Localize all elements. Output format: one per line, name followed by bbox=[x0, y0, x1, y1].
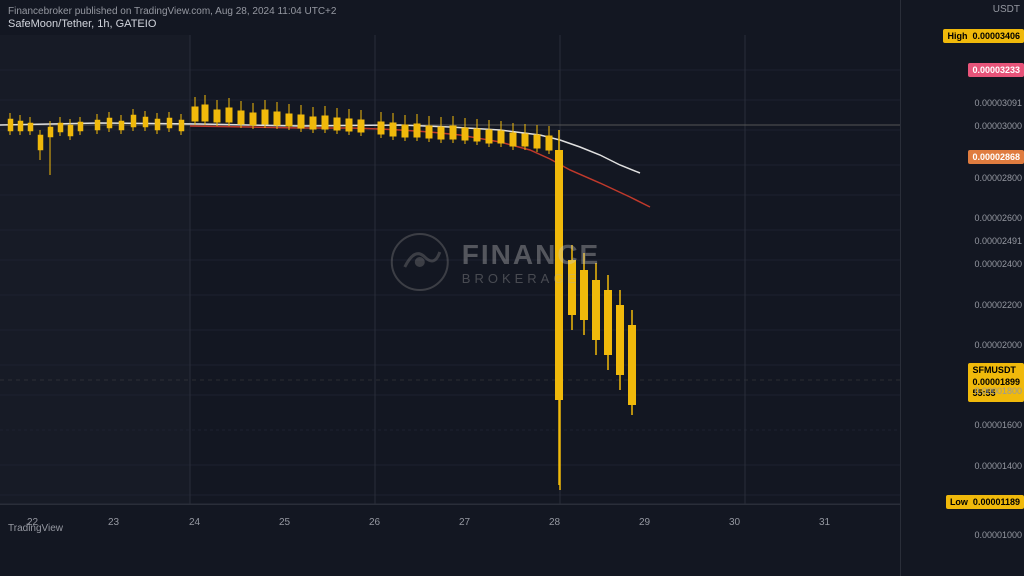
watermark: FINANCE BROKERAGE bbox=[390, 232, 600, 292]
price-3091: 0.00003091 bbox=[974, 98, 1022, 108]
watermark-icon bbox=[390, 232, 450, 292]
xaxis-label-26: 26 bbox=[369, 517, 380, 528]
tradingview-logo: TradingView bbox=[8, 523, 63, 534]
currency-label: USDT bbox=[993, 4, 1020, 15]
price-axis: USDT High 0.00003406 0.00003233 0.000030… bbox=[900, 0, 1024, 576]
publisher-info: Financebroker published on TradingView.c… bbox=[8, 6, 336, 17]
orange-price-badge: 0.00002868 bbox=[968, 150, 1024, 164]
price-1600: 0.00001600 bbox=[974, 420, 1022, 430]
chart-container: Financebroker published on TradingView.c… bbox=[0, 0, 900, 576]
xaxis-label-30: 30 bbox=[729, 517, 740, 528]
watermark-text: FINANCE BROKERAGE bbox=[462, 239, 600, 286]
watermark-subtitle: BROKERAGE bbox=[462, 271, 600, 286]
chart-area: FINANCE BROKERAGE 22 23 24 25 26 27 28 2… bbox=[0, 35, 900, 540]
price-2400: 0.00002400 bbox=[974, 259, 1022, 269]
price-2200: 0.00002200 bbox=[974, 300, 1022, 310]
price-2000: 0.00002000 bbox=[974, 340, 1022, 350]
xaxis-label-23: 23 bbox=[108, 517, 119, 528]
xaxis-label-31: 31 bbox=[819, 517, 830, 528]
price-2491: 0.00002491 bbox=[974, 236, 1022, 246]
price-2800: 0.00002800 bbox=[974, 173, 1022, 183]
price-1800: 0.00001800 bbox=[974, 386, 1022, 396]
xaxis-label-25: 25 bbox=[279, 517, 290, 528]
low-badge: Low 0.00001189 bbox=[946, 495, 1024, 509]
pair-title: SafeMoon/Tether, 1h, GATEIO bbox=[8, 18, 156, 30]
pink-price-badge: 0.00003233 bbox=[968, 63, 1024, 77]
xaxis-label-24: 24 bbox=[189, 517, 200, 528]
xaxis: 22 23 24 25 26 27 28 29 30 31 bbox=[0, 504, 900, 540]
xaxis-label-28: 28 bbox=[549, 517, 560, 528]
price-3000: 0.00003000 bbox=[974, 121, 1022, 131]
high-badge: High 0.00003406 bbox=[943, 29, 1024, 43]
current-price-badge: SFMUSDT0.0000189955:55 bbox=[968, 363, 1024, 402]
xaxis-label-29: 29 bbox=[639, 517, 650, 528]
xaxis-label-27: 27 bbox=[459, 517, 470, 528]
watermark-title: FINANCE bbox=[462, 239, 600, 271]
price-2600: 0.00002600 bbox=[974, 213, 1022, 223]
price-1000: 0.00001000 bbox=[974, 530, 1022, 540]
price-1400: 0.00001400 bbox=[974, 461, 1022, 471]
